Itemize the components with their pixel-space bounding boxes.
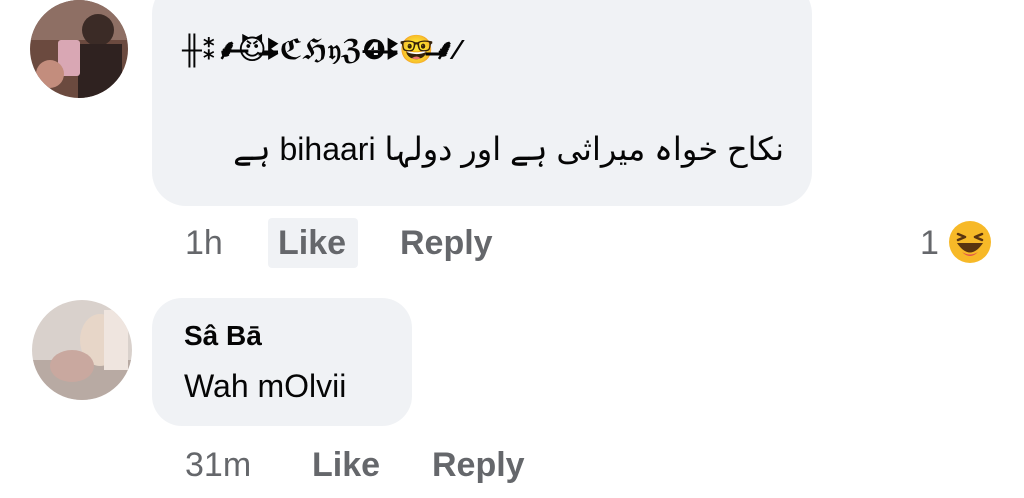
reaction-count[interactable]: 1 [920, 224, 939, 263]
comment-text: نکاح خواہ میراثی ہے اور دولہا bihaari ہے [233, 131, 784, 167]
comment-thread: ╫⁑⸙̶̶̶̶̶̶̶̶̶̶😈̶̶̶̶̶̶̶̶ꔪ̶̶̶̶̶̶̶̶̶̶̶ℭℌ𝔶ℨ❹̶… [0, 0, 1024, 498]
like-button[interactable]: Like [278, 224, 346, 263]
reply-button[interactable]: Reply [400, 224, 493, 263]
haha-emoji-icon[interactable] [948, 220, 992, 264]
comment-timestamp[interactable]: 31m [185, 446, 251, 485]
reply-button[interactable]: Reply [432, 446, 525, 485]
avatar[interactable] [32, 300, 132, 400]
comment-timestamp[interactable]: 1h [185, 224, 223, 263]
comment-author-name[interactable]: Sâ Bā [184, 320, 262, 352]
comment-author-name[interactable]: ╫⁑⸙̶̶̶̶̶̶̶̶̶̶😈̶̶̶̶̶̶̶̶ꔪ̶̶̶̶̶̶̶̶̶̶̶ℭℌ𝔶ℨ❹̶… [182, 30, 460, 68]
comment-bubble [152, 298, 412, 426]
comment-text: Wah mOlvii [184, 368, 347, 404]
avatar[interactable] [30, 0, 128, 98]
like-button[interactable]: Like [312, 446, 380, 485]
